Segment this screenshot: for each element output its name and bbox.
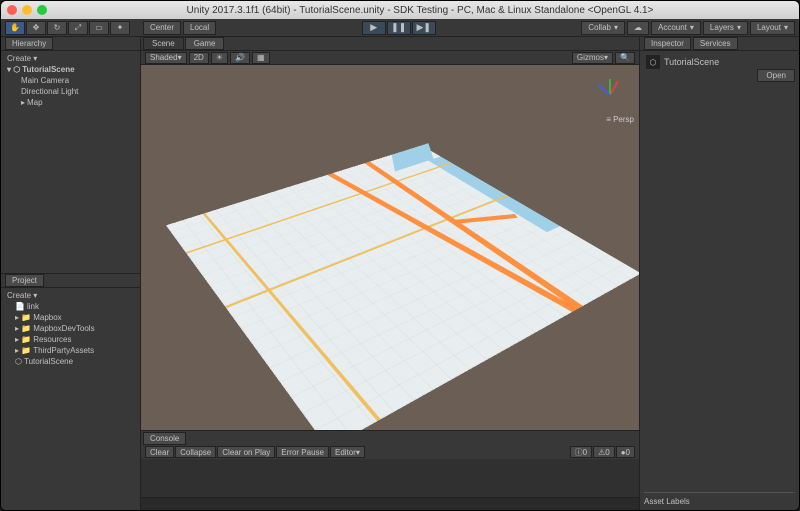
console-clear-on-play-toggle[interactable]: Clear on Play bbox=[217, 446, 275, 458]
console-warn-filter[interactable]: ⚠ 0 bbox=[593, 446, 615, 458]
console-footer bbox=[141, 497, 639, 511]
scene-viewport[interactable]: ≡ Persp bbox=[141, 65, 639, 430]
hierarchy-scene-root[interactable]: ▾ ⬡ TutorialScene bbox=[3, 64, 138, 75]
pivot-center-button[interactable]: Center bbox=[143, 21, 181, 35]
orientation-gizmo[interactable] bbox=[589, 75, 629, 115]
persp-label[interactable]: ≡ Persp bbox=[606, 115, 634, 124]
account-dropdown[interactable]: Account ▾ bbox=[651, 21, 701, 35]
console-error-pause-toggle[interactable]: Error Pause bbox=[276, 446, 329, 458]
pivot-local-button[interactable]: Local bbox=[183, 21, 216, 35]
scale-tool-button[interactable]: ⤢ bbox=[68, 21, 88, 35]
hand-tool-button[interactable]: ✋ bbox=[5, 21, 25, 35]
layers-dropdown[interactable]: Layers ▾ bbox=[703, 21, 748, 35]
layout-dropdown[interactable]: Layout ▾ bbox=[750, 21, 795, 35]
main-toolbar: ✋ ✥ ↻ ⤢ ▭ ✦ Center Local ▶ ❚❚ ▶❚ Collab … bbox=[1, 19, 799, 37]
rect-tool-button[interactable]: ▭ bbox=[89, 21, 109, 35]
console-error-filter[interactable]: ● 0 bbox=[616, 446, 635, 458]
rotate-tool-button[interactable]: ↻ bbox=[47, 21, 67, 35]
map-plane bbox=[166, 145, 639, 430]
hierarchy-item[interactable]: ▸ Map bbox=[3, 97, 138, 108]
hierarchy-item[interactable]: Directional Light bbox=[3, 86, 138, 97]
project-item[interactable]: ▸ 📁 ThirdPartyAssets bbox=[3, 345, 138, 356]
move-tool-button[interactable]: ✥ bbox=[26, 21, 46, 35]
project-item[interactable]: 📄 link bbox=[3, 301, 138, 312]
lighting-toggle[interactable]: ☀ bbox=[211, 52, 228, 64]
console-collapse-toggle[interactable]: Collapse bbox=[175, 446, 216, 458]
mode-2d-toggle[interactable]: 2D bbox=[189, 52, 209, 64]
minimize-window-button[interactable] bbox=[22, 5, 32, 15]
project-item[interactable]: ▸ 📁 MapboxDevTools bbox=[3, 323, 138, 334]
services-tab[interactable]: Services bbox=[693, 37, 738, 50]
hierarchy-item[interactable]: Main Camera bbox=[3, 75, 138, 86]
close-window-button[interactable] bbox=[7, 5, 17, 15]
console-output bbox=[141, 459, 639, 497]
project-item[interactable]: ▸ 📁 Resources bbox=[3, 334, 138, 345]
gizmos-dropdown[interactable]: Gizmos ▾ bbox=[572, 52, 613, 64]
scene-search[interactable]: 🔍 bbox=[615, 52, 635, 64]
project-item[interactable]: ▸ 📁 Mapbox bbox=[3, 312, 138, 323]
console-clear-button[interactable]: Clear bbox=[145, 446, 174, 458]
inspector-scene-name: TutorialScene bbox=[664, 57, 719, 67]
project-tab[interactable]: Project bbox=[5, 274, 44, 287]
console-info-filter[interactable]: ⓘ 0 bbox=[570, 446, 592, 458]
open-scene-button[interactable]: Open bbox=[757, 69, 795, 82]
transform-tool-button[interactable]: ✦ bbox=[110, 21, 130, 35]
maximize-window-button[interactable] bbox=[37, 5, 47, 15]
project-item[interactable]: ⬡ TutorialScene bbox=[3, 356, 138, 367]
scene-tab[interactable]: Scene bbox=[143, 37, 184, 50]
play-button[interactable]: ▶ bbox=[362, 21, 386, 35]
console-editor-dropdown[interactable]: Editor ▾ bbox=[330, 446, 365, 458]
cloud-button[interactable]: ☁ bbox=[627, 21, 649, 35]
hierarchy-create-dropdown[interactable]: Create ▾ bbox=[7, 54, 37, 63]
game-tab[interactable]: Game bbox=[185, 37, 225, 50]
titlebar: Unity 2017.3.1f1 (64bit) - TutorialScene… bbox=[1, 1, 799, 19]
asset-labels-section: Asset Labels bbox=[644, 492, 795, 506]
console-tab[interactable]: Console bbox=[143, 432, 186, 445]
hierarchy-tab[interactable]: Hierarchy bbox=[5, 37, 53, 50]
fx-toggle[interactable]: ▦ bbox=[252, 52, 270, 64]
shaded-dropdown[interactable]: Shaded ▾ bbox=[145, 52, 187, 64]
window-title: Unity 2017.3.1f1 (64bit) - TutorialScene… bbox=[47, 5, 793, 16]
project-create-dropdown[interactable]: Create ▾ bbox=[7, 291, 37, 300]
unity-scene-icon: ⬡ bbox=[646, 55, 660, 69]
audio-toggle[interactable]: 🔊 bbox=[230, 52, 250, 64]
inspector-tab[interactable]: Inspector bbox=[644, 37, 691, 50]
step-button[interactable]: ▶❚ bbox=[412, 21, 436, 35]
collab-dropdown[interactable]: Collab ▾ bbox=[581, 21, 625, 35]
pause-button[interactable]: ❚❚ bbox=[387, 21, 411, 35]
